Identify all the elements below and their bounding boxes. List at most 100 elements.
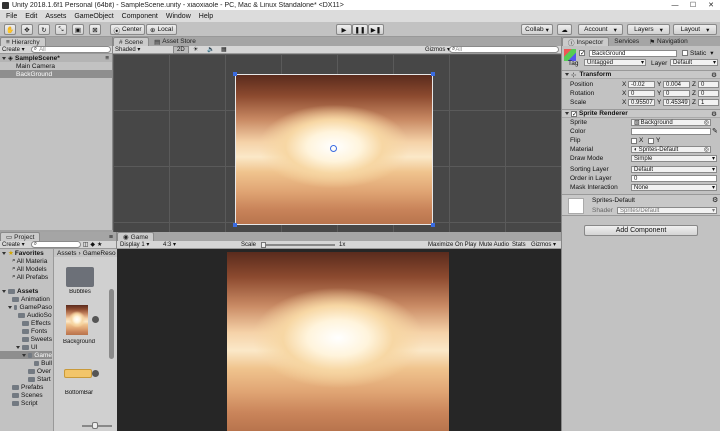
gear-icon[interactable]: ⚙ (711, 71, 717, 79)
pivot-handle[interactable] (330, 145, 337, 152)
rect-handle[interactable] (233, 223, 237, 227)
gear-icon[interactable]: ⚙ (712, 196, 718, 204)
tree-item[interactable]: Animation (0, 295, 52, 303)
static-toggle[interactable]: Static ▾ (682, 49, 714, 57)
mute-audio-toggle[interactable]: Mute Audio (479, 242, 509, 248)
sprite-renderer-enabled-checkbox[interactable]: ✓ (571, 110, 577, 117)
menu-file[interactable]: File (2, 13, 21, 20)
tab-hierarchy[interactable]: ≡ Hierarchy (0, 37, 46, 46)
favorite-item[interactable]: ⌕ All Materia (0, 257, 52, 265)
zoom-slider-thumb[interactable] (92, 422, 98, 429)
assets-row[interactable]: Assets (0, 287, 52, 295)
tree-item[interactable]: Start (0, 375, 52, 383)
pivot-center-button[interactable]: ⦿ Center (110, 24, 145, 35)
hierarchy-item-background[interactable]: BackGround (0, 70, 112, 78)
scale-tool-icon[interactable]: ⤡ (55, 24, 67, 35)
hierarchy-item-main-camera[interactable]: Main Camera (0, 62, 112, 70)
aspect-dropdown[interactable]: 4:3 ▾ (163, 241, 176, 248)
tree-item[interactable]: Bull (0, 359, 52, 367)
move-tool-icon[interactable]: ✥ (21, 24, 33, 35)
hand-tool-icon[interactable]: ✋ (4, 24, 16, 35)
position-x-field[interactable]: -0.02 (628, 81, 655, 88)
object-picker-icon[interactable]: ◎ (704, 146, 709, 153)
gizmos-dropdown[interactable]: Gizmos ▾ (425, 46, 450, 53)
sprite-field[interactable]: ▧ Background ◎ (631, 119, 711, 126)
scale-x-field[interactable]: 0.95507 (628, 99, 655, 106)
collab-button[interactable]: Collab ▾ (521, 24, 553, 35)
rect-handle[interactable] (233, 72, 237, 76)
asset-thumbnail-bottombar[interactable] (64, 369, 92, 378)
asset-thumbnail-background[interactable] (66, 305, 88, 335)
object-picker-icon[interactable]: ◎ (704, 119, 709, 126)
eyedropper-icon[interactable]: ✎ (712, 127, 718, 135)
expand-sprite-icon[interactable] (92, 370, 99, 377)
effects-icon[interactable]: ▦ (221, 46, 227, 53)
flip-x-checkbox[interactable] (631, 137, 637, 144)
layer-dropdown[interactable]: Default ▾ (670, 59, 718, 66)
maximize-icon[interactable]: ☐ (684, 0, 702, 10)
play-button[interactable]: ▶ (336, 24, 352, 35)
active-checkbox[interactable]: ✓ (579, 50, 585, 57)
shader-dropdown[interactable]: Sprites/Default ▾ (617, 207, 717, 214)
draw-mode-dropdown[interactable]: Simple ▾ (631, 155, 717, 162)
audio-icon[interactable]: 🔈 (207, 46, 214, 53)
breadcrumb-item[interactable]: GameReso (83, 250, 116, 257)
hierarchy-create-button[interactable]: Create ▾ (2, 46, 25, 53)
cloud-icon[interactable]: ☁ (557, 24, 572, 35)
favorites-row[interactable]: ★ Favorites (0, 249, 52, 257)
transform-header[interactable]: ⊹ Transform ⚙ (562, 70, 720, 79)
menu-gameobject[interactable]: GameObject (70, 13, 117, 20)
lighting-icon[interactable]: ☀ (193, 46, 198, 53)
tab-services[interactable]: Services (609, 37, 644, 46)
project-search-input[interactable]: ⌕ (30, 241, 81, 248)
scale-slider[interactable] (261, 244, 335, 246)
scene-search-input[interactable]: ⌕ All (449, 46, 559, 53)
tab-asset-store[interactable]: ▤ Asset Store (149, 37, 201, 46)
tree-item[interactable]: GamePaso (0, 303, 52, 311)
game-render[interactable] (227, 252, 449, 431)
project-create-button[interactable]: Create ▾ (2, 241, 25, 248)
tab-scene[interactable]: # Scene (113, 37, 150, 46)
toggle-2d-button[interactable]: 2D (173, 46, 189, 54)
menu-kebab-icon[interactable]: ≡ (105, 55, 109, 62)
tag-dropdown[interactable]: Untagged ▾ (584, 59, 646, 66)
active-checkbox-row[interactable]: ✓ (579, 49, 587, 57)
flip-x-toggle[interactable]: X (631, 137, 643, 144)
tab-navigation[interactable]: ⚑ Navigation (644, 37, 693, 46)
shading-mode-dropdown[interactable]: Shaded ▾ (115, 46, 140, 53)
tree-item[interactable]: Game (0, 351, 52, 359)
position-z-field[interactable]: 0 (698, 81, 719, 88)
menu-edit[interactable]: Edit (21, 13, 41, 20)
menu-help[interactable]: Help (195, 13, 217, 20)
menu-window[interactable]: Window (162, 13, 195, 20)
display-dropdown[interactable]: Display 1 ▾ (120, 241, 149, 248)
tab-project[interactable]: ▭ Project (0, 232, 41, 241)
tree-item[interactable]: Scenes (0, 391, 52, 399)
favorite-item[interactable]: ⌕ All Prefabs (0, 273, 52, 281)
filter-type-icon[interactable]: ◫ (83, 241, 89, 248)
game-gizmos-dropdown[interactable]: Gizmos ▾ (531, 241, 556, 248)
add-component-button[interactable]: Add Component (584, 225, 698, 236)
rotate-tool-icon[interactable]: ↻ (38, 24, 50, 35)
asset-thumbnail-bubbles[interactable] (66, 267, 94, 287)
pause-button[interactable]: ❚❚ (352, 24, 368, 35)
tree-item[interactable]: Script (0, 399, 52, 407)
rect-tool-icon[interactable]: ▣ (72, 24, 84, 35)
rotation-z-field[interactable]: 0 (698, 90, 719, 97)
tree-item[interactable]: Fonts (0, 327, 52, 335)
flip-y-toggle[interactable]: Y (648, 137, 660, 144)
transform-tool-icon[interactable]: ⊠ (89, 24, 101, 35)
tab-game[interactable]: ◉ Game (117, 232, 155, 241)
minimize-icon[interactable]: — (666, 0, 684, 10)
tree-item[interactable]: AudioSo (0, 311, 52, 319)
layers-button[interactable]: Layers ▾ (627, 24, 670, 35)
layout-button[interactable]: Layout ▾ (673, 24, 717, 35)
order-in-layer-field[interactable]: 0 (631, 175, 717, 182)
rect-handle[interactable] (431, 72, 435, 76)
rect-handle[interactable] (431, 223, 435, 227)
scene-canvas[interactable] (113, 54, 561, 232)
breadcrumb-item[interactable]: Assets (57, 250, 77, 257)
hierarchy-search-input[interactable]: ⌕ All (30, 46, 111, 53)
sprite-renderer-header[interactable]: ✓ Sprite Renderer ⚙ (562, 109, 720, 118)
gear-icon[interactable]: ⚙ (711, 110, 717, 118)
